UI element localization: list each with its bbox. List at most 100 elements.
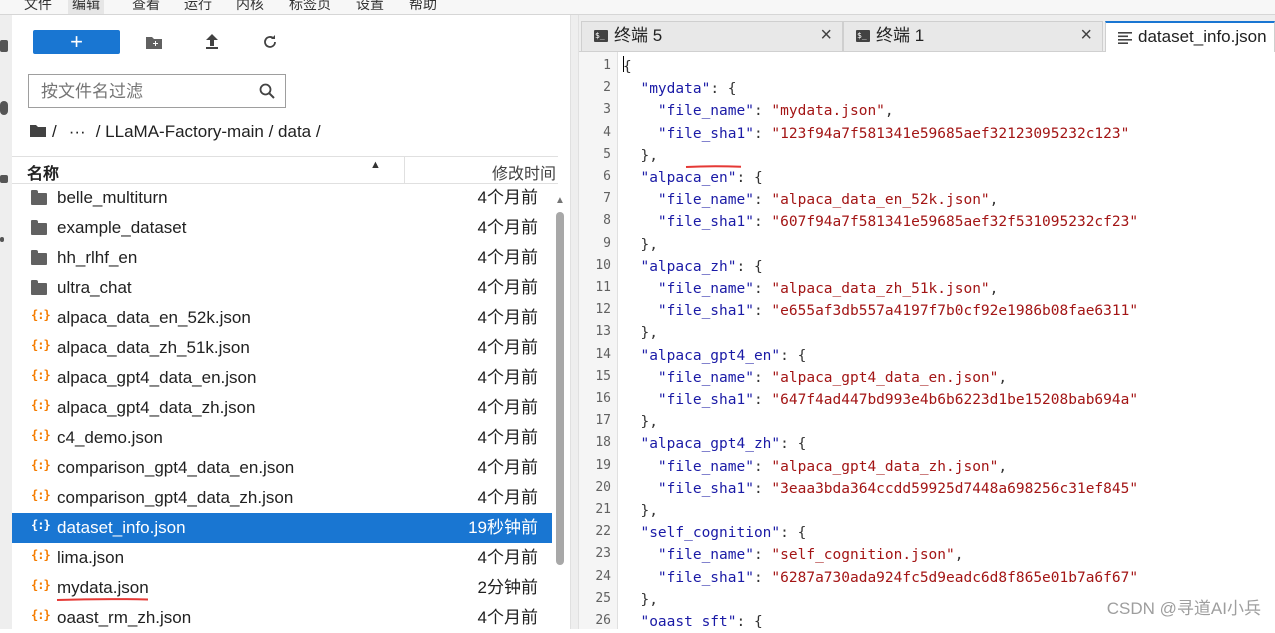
file-row[interactable]: ultra_chat 4个月前: [12, 273, 552, 303]
close-tab-icon[interactable]: ×: [1080, 24, 1092, 46]
line-number: 11: [595, 280, 611, 295]
code-token: "mydata.json": [771, 103, 885, 120]
json-file-icon: {:}: [31, 368, 51, 382]
folder-icon: [31, 280, 49, 296]
code-token: "file_name": [657, 458, 754, 475]
menu-item[interactable]: 运行: [180, 0, 216, 14]
code-token: :: [753, 214, 772, 231]
file-name: belle_multiturn: [57, 188, 168, 207]
editor-tab-bar: $_ 终端 5 × $_ 终端 1 × dataset_info.json: [579, 15, 1275, 52]
line-number: 9: [603, 235, 611, 251]
menu-item[interactable]: 标签页: [285, 0, 335, 14]
file-row[interactable]: {:} lima.json 4个月前: [12, 543, 552, 573]
folder-icon: [31, 220, 49, 236]
menu-item[interactable]: 内核: [232, 0, 268, 14]
file-row[interactable]: {:} c4_demo.json 4个月前: [12, 423, 552, 453]
scroll-up-icon[interactable]: ▲: [555, 195, 565, 206]
file-row[interactable]: {:} alpaca_data_zh_51k.json 4个月前: [12, 333, 552, 363]
code-token: "file_sha1": [657, 392, 754, 408]
line-number: 16: [595, 391, 611, 406]
refresh-icon[interactable]: [259, 32, 281, 52]
column-name-header[interactable]: 名称: [27, 160, 59, 184]
code-line: "file_name": "alpaca_data_en_52k.json",: [623, 189, 998, 211]
menu-item[interactable]: 设置: [352, 0, 388, 14]
file-row[interactable]: example_dataset 4个月前: [12, 213, 552, 243]
file-row[interactable]: belle_multiturn 4个月前: [12, 183, 552, 213]
editor-tab[interactable]: dataset_info.json: [1105, 21, 1275, 52]
scrollbar-thumb[interactable]: [556, 212, 564, 565]
commands-icon[interactable]: [0, 175, 8, 183]
panel-splitter[interactable]: [570, 15, 579, 629]
code-token: :: [753, 125, 772, 142]
home-folder-icon[interactable]: [30, 121, 46, 143]
code-token: "mydata": [640, 81, 711, 98]
file-modified-time: 4个月前: [477, 458, 538, 477]
file-list-scrollbar[interactable]: ▲: [553, 195, 567, 629]
code-token: "alpaca_data_zh_51k.json": [771, 281, 990, 297]
file-browser: + / ··· / LLaMA-Factory-main / data / 名称…: [12, 15, 570, 629]
menu-item[interactable]: 编辑: [68, 0, 104, 14]
json-file-icon: {:}: [31, 428, 51, 442]
file-row[interactable]: {:} comparison_gpt4_data_en.json 4个月前: [12, 453, 552, 483]
code-token: :: [753, 458, 772, 475]
code-line: "alpaca_gpt4_zh": {: [623, 433, 806, 455]
file-name: hh_rlhf_en: [57, 248, 138, 267]
breadcrumb-path[interactable]: / LLaMA-Factory-main / data /: [96, 121, 321, 143]
files-icon[interactable]: [0, 40, 8, 52]
new-folder-icon[interactable]: [143, 32, 165, 52]
file-row[interactable]: {:} alpaca_gpt4_data_en.json 4个月前: [12, 363, 552, 393]
json-editor[interactable]: 1 2 3 4 5 6 7 8 9 10 11 12 13 14 15 16 17 18 19 20 21 22 23 24 2…: [579, 52, 1275, 629]
sort-up-icon[interactable]: ▲: [370, 159, 381, 171]
json-file-icon: {:}: [31, 458, 51, 472]
code-token: "file_name": [657, 192, 754, 209]
search-icon[interactable]: [259, 83, 275, 104]
code-line: "file_sha1": "6287a730ada924fc5d9eadc6d8…: [623, 567, 1138, 589]
column-modified-header[interactable]: 修改时间: [492, 160, 556, 184]
column-divider[interactable]: [404, 157, 405, 183]
file-row[interactable]: {:} comparison_gpt4_data_zh.json 4个月前: [12, 483, 552, 513]
code-token: "self_cognition.json": [771, 547, 955, 564]
file-row[interactable]: {:} alpaca_data_en_52k.json 4个月前: [12, 303, 552, 333]
file-row[interactable]: {:} dataset_info.json 19秒钟前: [12, 513, 552, 543]
code-line: "alpaca_en": {: [623, 167, 762, 189]
extension-icon[interactable]: [0, 237, 4, 242]
running-icon[interactable]: [0, 101, 8, 115]
file-row[interactable]: {:} mydata.json 2分钟前: [12, 573, 552, 603]
line-number: 15: [595, 368, 611, 384]
code-line: {: [623, 56, 632, 78]
upload-icon[interactable]: [201, 32, 223, 52]
file-row[interactable]: {:} alpaca_gpt4_data_zh.json 4个月前: [12, 393, 552, 423]
code-token: "file_name": [657, 281, 754, 297]
file-row[interactable]: hh_rlhf_en 4个月前: [12, 243, 552, 273]
editor-tab[interactable]: $_ 终端 5 ×: [581, 21, 843, 51]
code-token: "oaast_sft": [640, 614, 737, 629]
editor-tab[interactable]: $_ 终端 1 ×: [843, 21, 1103, 51]
file-modified-time: 4个月前: [477, 428, 538, 447]
json-file-icon: {:}: [31, 338, 51, 352]
file-modified-time: 2分钟前: [477, 578, 538, 597]
menu-item[interactable]: 查看: [128, 0, 164, 14]
code-token: "alpaca_zh": [640, 258, 737, 275]
filter-input[interactable]: [39, 81, 258, 103]
menu-item[interactable]: 帮助: [405, 0, 441, 14]
code-token: : {: [780, 347, 807, 364]
close-tab-icon[interactable]: ×: [820, 24, 832, 46]
code-token: :: [753, 303, 772, 320]
breadcrumb-ellipsis[interactable]: ···: [69, 121, 86, 143]
menu-item[interactable]: 文件: [20, 0, 56, 14]
new-launcher-button[interactable]: +: [33, 30, 120, 54]
code-token: "alpaca_gpt4_en": [640, 347, 781, 364]
breadcrumb: / ··· / LLaMA-Factory-main / data /: [30, 121, 327, 143]
code-line: "file_sha1": "3eaa3bda364ccdd59925d7448a…: [623, 478, 1138, 500]
